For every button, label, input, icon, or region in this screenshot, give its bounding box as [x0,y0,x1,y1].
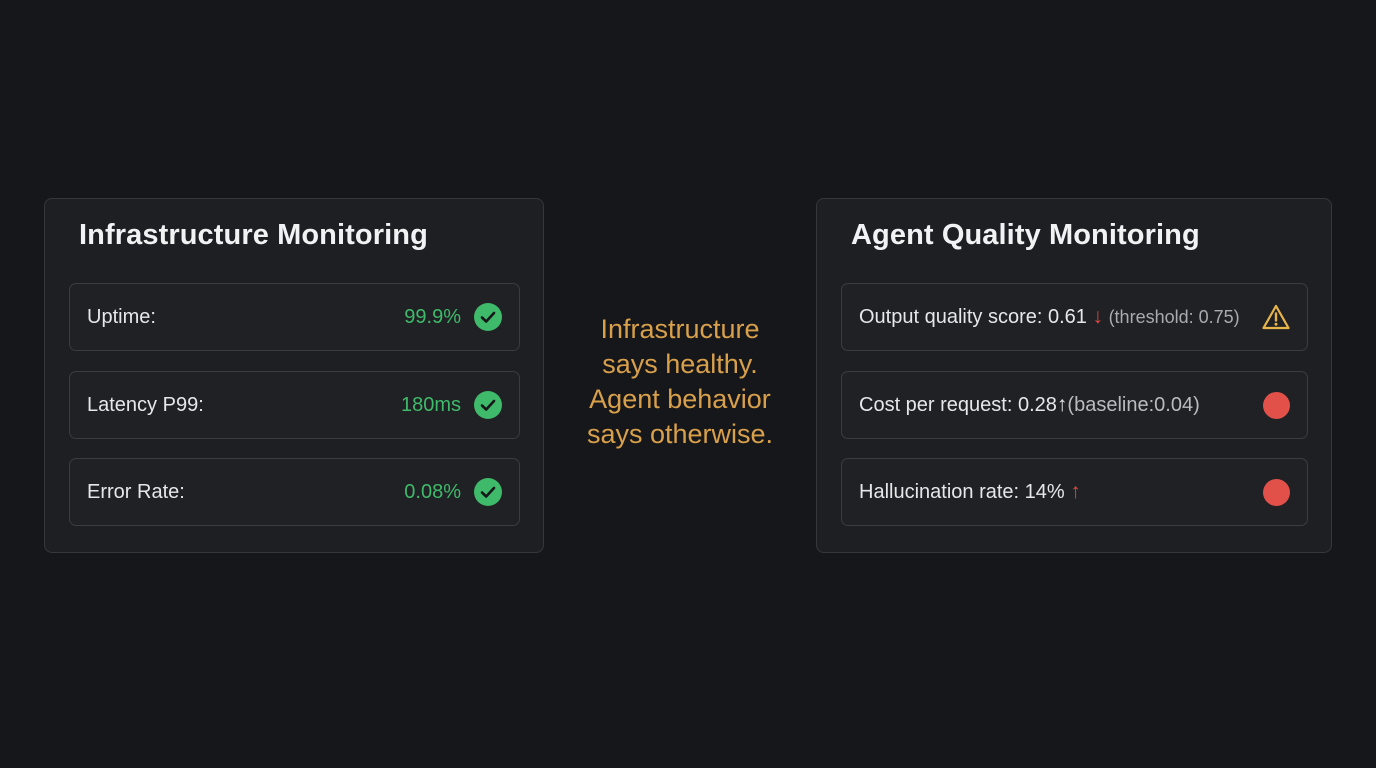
infrastructure-monitoring-panel: Infrastructure Monitoring Uptime: 99.9% … [44,198,544,553]
check-circle-icon [474,391,502,419]
cost-per-request-value: 0.28 [1017,394,1057,416]
cost-per-request-baseline: (baseline:0.04) [1067,394,1200,416]
hallucination-rate-value: 14% [1024,481,1065,503]
callout-line: Infrastructure [600,314,760,344]
cost-per-request-metric: Cost per request: 0.28↑(baseline:0.04) [859,372,1200,438]
check-circle-icon [474,303,502,331]
output-quality-value: 0.61 [1048,306,1087,328]
output-quality-threshold: (threshold: 0.75) [1108,307,1240,327]
latency-p99-label: Latency P99: [87,394,204,416]
error-rate-label: Error Rate: [87,481,185,503]
output-quality-metric: Output quality score: 0.61 ↓ (threshold:… [859,284,1240,350]
output-quality-label: Output quality score: [859,306,1043,328]
hallucination-rate-label: Hallucination rate: [859,481,1020,503]
hallucination-rate-metric: Hallucination rate: 14% ↑ [859,459,1081,525]
latency-p99-row: Latency P99: 180ms [69,371,520,439]
callout-line: Agent behavior [589,384,771,414]
monitoring-comparison: Infrastructure Monitoring Uptime: 99.9% … [0,0,1376,768]
latency-p99-value: 180ms [400,394,461,416]
arrow-up-icon: ↑ [1056,393,1068,416]
callout-line: says healthy. [602,349,758,379]
comparison-callout: Infrastructure says healthy. Agent behav… [560,312,800,452]
check-circle-icon [474,478,502,506]
error-rate-value: 0.08% [404,481,461,503]
agent-quality-panel-title: Agent Quality Monitoring [851,219,1200,251]
arrow-down-icon: ↓ [1092,305,1104,328]
uptime-label: Uptime: [87,306,156,328]
output-quality-row: Output quality score: 0.61 ↓ (threshold:… [841,283,1308,351]
uptime-row: Uptime: 99.9% [69,283,520,351]
error-rate-row: Error Rate: 0.08% [69,458,520,526]
agent-quality-monitoring-panel: Agent Quality Monitoring Output quality … [816,198,1332,553]
arrow-up-icon: ↑ [1070,480,1081,503]
cost-per-request-label: Cost per request: [859,394,1013,416]
callout-line: says otherwise. [586,419,774,449]
warning-triangle-icon [1262,304,1290,330]
red-status-dot [1263,392,1290,419]
hallucination-rate-row: Hallucination rate: 14% ↑ [841,458,1308,526]
red-status-dot [1263,479,1290,506]
uptime-value: 99.9% [404,306,461,328]
cost-per-request-row: Cost per request: 0.28↑(baseline:0.04) [841,371,1308,439]
infrastructure-panel-title: Infrastructure Monitoring [79,219,428,251]
